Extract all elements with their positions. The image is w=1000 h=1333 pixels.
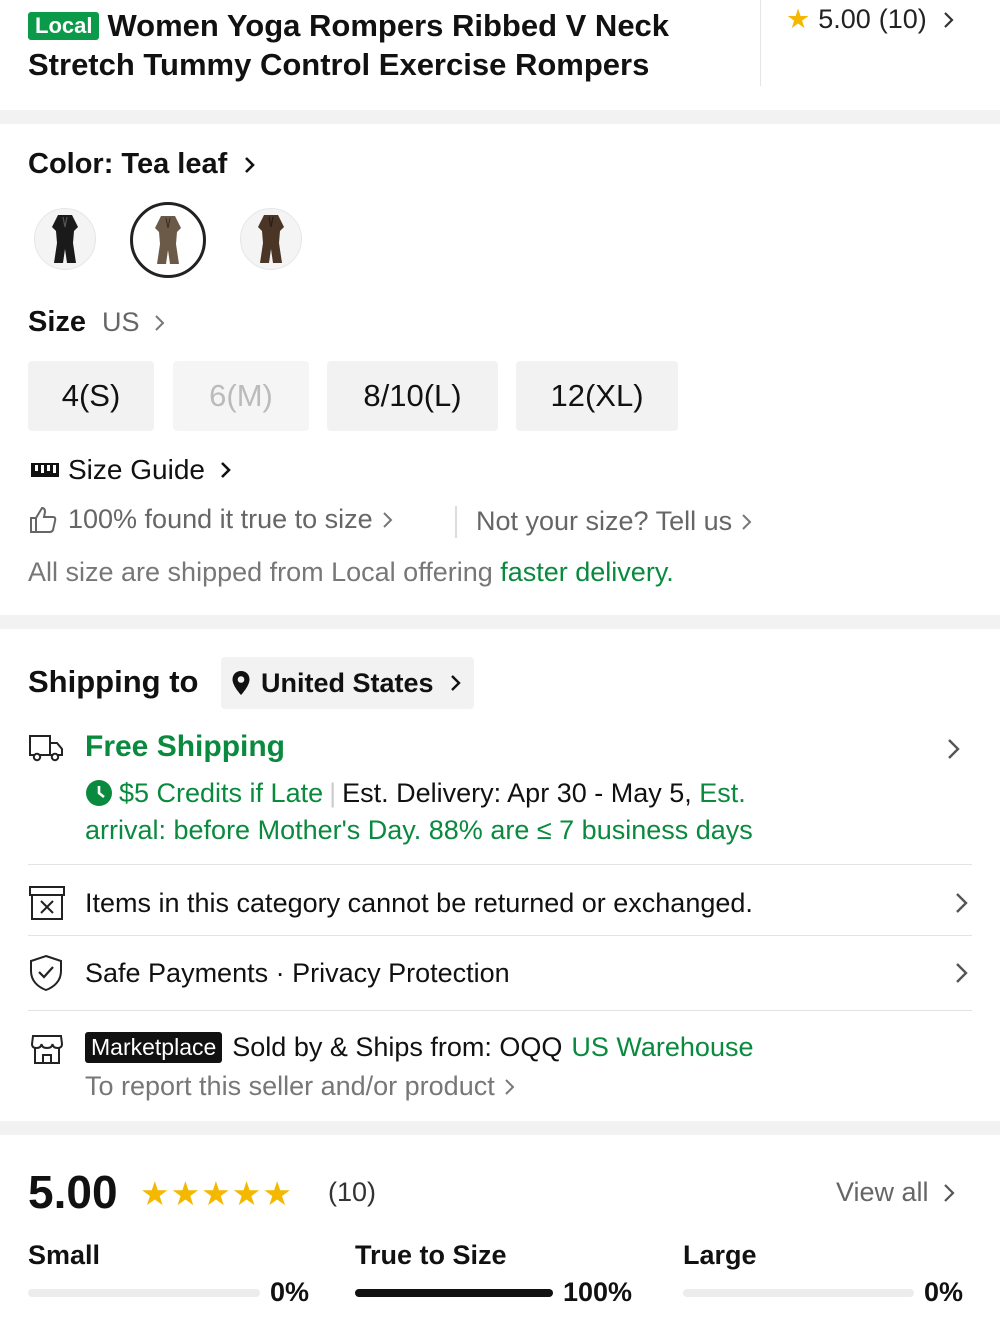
fit-percent-small: 0% — [270, 1277, 310, 1307]
divider — [455, 506, 457, 538]
shipping-note: All size are shipped from Local offering… — [28, 557, 674, 587]
clock-icon — [86, 780, 112, 806]
separator: | — [329, 778, 337, 808]
section-divider — [0, 615, 1000, 629]
color-selector-label[interactable]: Color: Tea leaf — [28, 148, 259, 181]
warehouse-link[interactable]: US Warehouse — [571, 1032, 753, 1063]
size-guide-link[interactable]: Size Guide — [30, 454, 235, 486]
romper-thumbnail — [52, 215, 78, 263]
chevron-right-icon — [956, 963, 968, 983]
chevron-right-icon — [943, 1183, 955, 1202]
fit-bar-fill — [355, 1289, 553, 1297]
no-return-box-icon — [29, 886, 65, 920]
returns-row[interactable]: Items in this category cannot be returne… — [28, 883, 972, 923]
ruler-icon — [31, 463, 59, 477]
seller-info: Marketplace Sold by & Ships from: OQQ US… — [85, 1032, 754, 1063]
not-your-size-link[interactable]: Not your size? Tell us — [476, 506, 754, 537]
fit-percent-true-to-size: 100% — [563, 1277, 633, 1307]
local-badge: Local — [28, 12, 100, 40]
divider — [28, 935, 972, 936]
fit-label-true-to-size: True to Size — [355, 1240, 507, 1270]
size-selector-label[interactable]: Size US — [28, 306, 168, 339]
delivery-details: $5 Credits if Late | Est. Delivery: Apr 30… — [85, 778, 753, 845]
romper-thumbnail — [155, 216, 181, 264]
chevron-right-icon — [221, 462, 231, 478]
est-arrival: arrival: before Mother's Day. 88% are ≤ … — [85, 815, 753, 845]
marketplace-badge: Marketplace — [85, 1032, 223, 1063]
view-all-reviews-link[interactable]: View all — [836, 1177, 957, 1208]
product-title: Local Women Yoga Rompers Ribbed V Neck St… — [28, 8, 670, 82]
chevron-right-icon[interactable] — [944, 737, 964, 761]
safe-payments-row[interactable]: Safe Payments · Privacy Protection — [28, 953, 972, 993]
rating-count: (10) — [878, 4, 927, 34]
fit-bar-small — [28, 1289, 260, 1297]
chevron-right-icon — [505, 1078, 515, 1095]
truck-icon — [29, 735, 63, 762]
size-option-m[interactable]: 6(M) — [173, 361, 309, 431]
section-divider — [0, 1121, 1000, 1135]
header-rating[interactable]: ★ 5.00 (10) — [786, 4, 957, 35]
shield-check-icon — [30, 954, 62, 992]
rating-value: 5.00 — [818, 4, 871, 34]
chevron-right-icon — [382, 511, 393, 528]
shipping-to-label: Shipping to — [28, 664, 199, 699]
size-option-l[interactable]: 8/10(L) — [327, 361, 498, 431]
thumbs-up-icon — [30, 506, 57, 533]
faster-delivery-link[interactable]: faster delivery. — [500, 557, 674, 587]
est-delivery: Est. Delivery: Apr 30 - May 5, — [342, 778, 692, 808]
color-swatch-black[interactable] — [34, 208, 96, 270]
header-divider — [760, 0, 761, 86]
fit-bar-true-to-size — [355, 1289, 553, 1297]
star-rating-icons: ★★★★★ — [140, 1175, 293, 1212]
size-option-xl[interactable]: 12(XL) — [516, 361, 678, 431]
fit-label-large: Large — [683, 1240, 757, 1270]
divider — [28, 1010, 972, 1011]
color-swatch-brown[interactable] — [240, 208, 302, 270]
report-seller-link[interactable]: To report this seller and/or product — [85, 1071, 517, 1102]
country-selector[interactable]: United States — [221, 657, 474, 709]
chevron-right-icon — [944, 11, 954, 28]
chevron-right-icon — [742, 513, 752, 530]
fit-label-small: Small — [28, 1240, 101, 1270]
chevron-right-icon — [450, 675, 461, 691]
divider — [28, 864, 972, 865]
fit-bar-large — [683, 1289, 914, 1297]
section-divider — [0, 110, 1000, 124]
review-count: (10) — [328, 1177, 377, 1207]
location-pin-icon — [232, 671, 250, 695]
romper-thumbnail — [258, 215, 284, 263]
chevron-right-icon — [154, 314, 164, 331]
store-icon — [30, 1035, 64, 1064]
star-icon: ★ — [786, 4, 811, 34]
free-shipping-label: Free Shipping — [85, 730, 286, 763]
chevron-right-icon — [956, 893, 968, 913]
true-to-size-stat[interactable]: 100% found it true to size — [28, 504, 395, 535]
color-swatch-tea-leaf[interactable] — [130, 202, 206, 278]
late-credits: $5 Credits if Late — [119, 778, 324, 808]
review-score: 5.00 — [28, 1166, 118, 1218]
size-unit: US — [102, 307, 140, 337]
chevron-right-icon — [245, 156, 256, 173]
fit-percent-large: 0% — [924, 1277, 964, 1307]
size-option-s[interactable]: 4(S) — [28, 361, 154, 431]
